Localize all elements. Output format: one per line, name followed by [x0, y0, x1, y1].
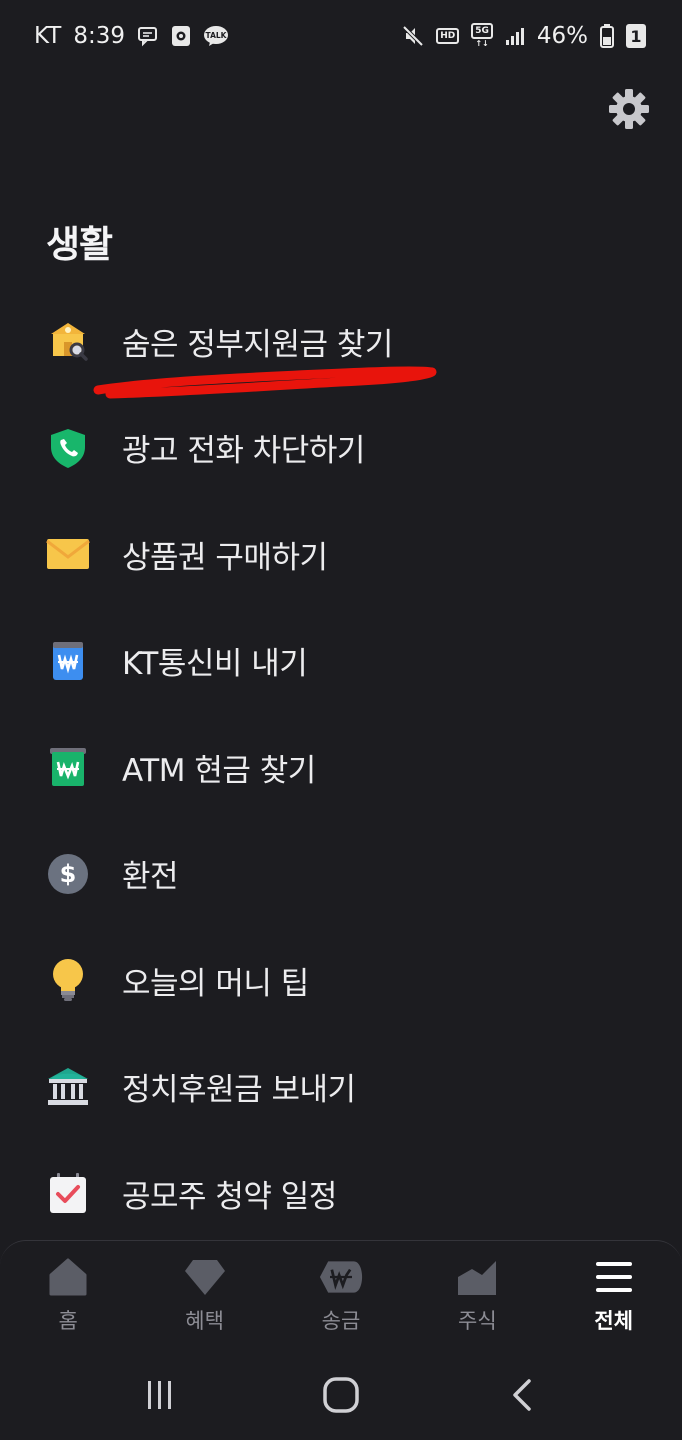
status-bar: KT 8:39 TALK HD 5G ↑↓ 46% 1 [0, 0, 682, 72]
nav-label-benefits: 혜택 [185, 1309, 224, 1333]
phone-shield-icon [46, 426, 90, 470]
data-arrows-icon: ↑↓ [475, 39, 489, 48]
red-underline-annotation [93, 366, 437, 399]
nav-home[interactable]: 홈 [8, 1255, 128, 1335]
home-button[interactable] [311, 1365, 371, 1425]
mute-icon [402, 25, 424, 47]
menu-label-exchange: 환전 [122, 859, 179, 896]
nav-label-transfer: 송금 [321, 1309, 361, 1333]
recent-apps-button[interactable] [130, 1365, 190, 1425]
signal-icon [505, 26, 525, 46]
nav-label-stocks: 주식 [458, 1309, 497, 1333]
dollar-circle-icon: $ [46, 852, 90, 896]
nav-transfer[interactable]: 송금 [281, 1255, 401, 1335]
stock-chart-icon [455, 1255, 499, 1299]
menu-label-ipo-schedule: 공모주 청약 일정 [122, 1178, 337, 1215]
menu-item-political-donation[interactable]: 정치후원금 보내기 [0, 1034, 682, 1141]
home-circle-icon [323, 1377, 359, 1413]
menu-label-money-tip: 오늘의 머니 팁 [122, 965, 309, 1002]
bottom-nav: 홈 혜택 송금 주식 전체 [0, 1240, 682, 1350]
home-icon [46, 1255, 90, 1299]
network-type: 5G [471, 23, 493, 39]
menu-icon [592, 1255, 636, 1299]
menu-item-kt-bill[interactable]: KT통신비 내기 [0, 608, 682, 715]
gear-icon [609, 89, 649, 129]
won-bill-blue-icon [46, 639, 90, 683]
menu-item-block-ad-calls[interactable]: 광고 전화 차단하기 [0, 395, 682, 502]
status-right: HD 5G ↑↓ 46% 1 [402, 23, 646, 49]
settings-button[interactable] [606, 86, 652, 132]
svg-text:$: $ [60, 860, 77, 888]
menu-label-gift-card: 상품권 구매하기 [122, 539, 328, 576]
status-left: KT 8:39 TALK [34, 23, 229, 49]
back-icon [512, 1379, 531, 1411]
menu-item-gift-card[interactable]: 상품권 구매하기 [0, 501, 682, 608]
battery-percent: 46% [536, 23, 588, 49]
nav-benefits[interactable]: 혜택 [145, 1255, 265, 1335]
hd-badge: HD [436, 28, 460, 44]
menu-item-ipo-schedule[interactable]: 공모주 청약 일정 [0, 1140, 682, 1247]
app-notification-icon [171, 25, 191, 47]
clock: 8:39 [73, 23, 126, 49]
back-button[interactable] [492, 1365, 552, 1425]
nav-all[interactable]: 전체 [554, 1255, 674, 1335]
diamond-icon [183, 1255, 227, 1299]
nav-label-all: 전체 [594, 1309, 634, 1333]
bank-building-icon [46, 1065, 90, 1109]
calendar-check-icon [46, 1171, 90, 1215]
menu-item-money-tip[interactable]: 오늘의 머니 팁 [0, 927, 682, 1034]
recent-apps-icon [148, 1381, 172, 1409]
nav-stocks[interactable]: 주식 [417, 1255, 537, 1335]
kakaotalk-icon: TALK [203, 25, 229, 47]
menu-label-kt-bill: KT통신비 내기 [122, 646, 308, 683]
government-subsidy-search-icon [46, 319, 90, 363]
menu-list: 숨은 정부지원금 찾기 광고 전화 차단하기 상품권 구매하기 KT통신비 내기… [0, 288, 682, 1247]
carrier-label: KT [34, 23, 62, 49]
system-nav [0, 1350, 682, 1440]
menu-label-atm-cash: ATM 현금 찾기 [122, 752, 316, 789]
lightbulb-icon [46, 958, 90, 1002]
talk-badge-text: TALK [206, 31, 228, 40]
menu-label-hidden-subsidy: 숨은 정부지원금 찾기 [122, 326, 393, 363]
section-title: 생활 [46, 223, 113, 266]
network-5g-icon: 5G ↑↓ [471, 23, 493, 49]
message-icon [137, 25, 159, 47]
won-transfer-icon [319, 1255, 363, 1299]
menu-item-atm-cash[interactable]: ATM 현금 찾기 [0, 714, 682, 821]
nav-label-home: 홈 [58, 1309, 78, 1333]
won-bill-green-icon [46, 745, 90, 789]
menu-label-block-ad-calls: 광고 전화 차단하기 [122, 433, 365, 470]
menu-item-exchange[interactable]: $ 환전 [0, 821, 682, 928]
battery-icon [600, 24, 614, 48]
sim-badge: 1 [626, 24, 646, 48]
menu-label-political-donation: 정치후원금 보내기 [122, 1072, 356, 1109]
envelope-icon [46, 532, 90, 576]
